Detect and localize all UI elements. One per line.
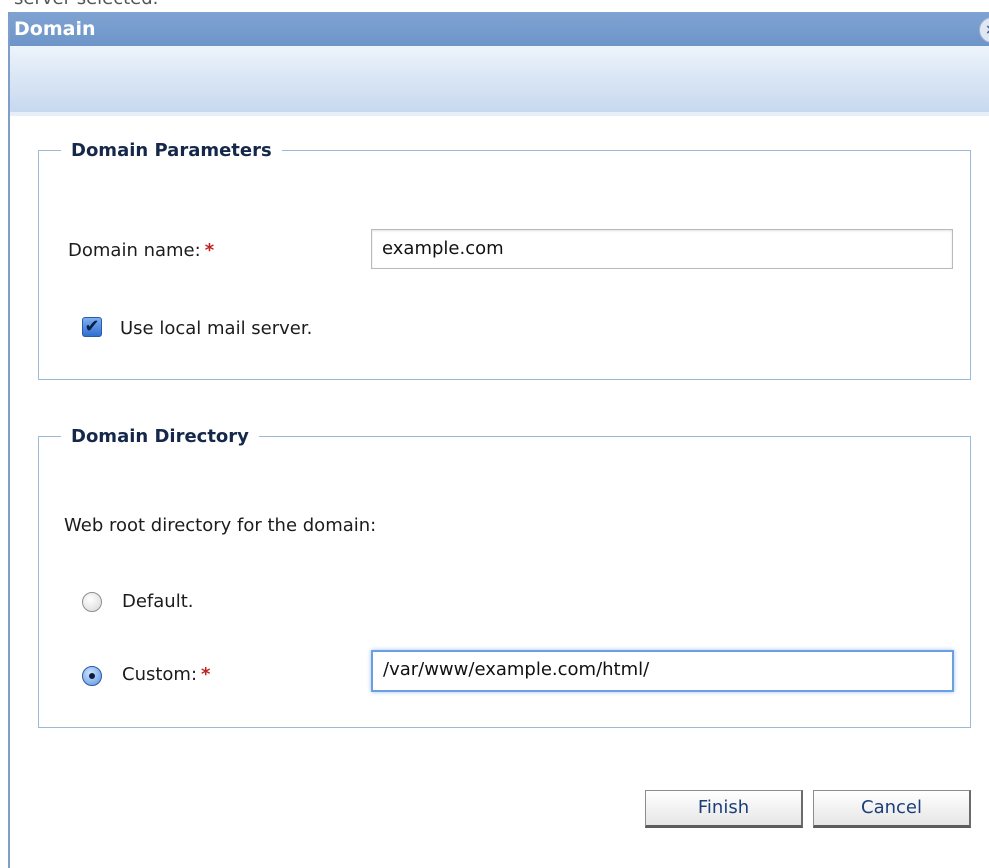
background-page-text: server selected. (14, 0, 158, 9)
dialog-title: Domain (14, 18, 96, 40)
required-marker: * (201, 664, 211, 685)
use-local-mail-checkbox[interactable]: ✔ (82, 317, 102, 337)
domain-dialog: Domain × Domain Parameters Domain name:*… (8, 12, 989, 868)
web-root-label: Web root directory for the domain: (64, 515, 377, 536)
domain-name-input[interactable]: example.com (371, 229, 953, 269)
domain-directory-legend: Domain Directory (71, 426, 249, 447)
finish-button[interactable]: Finish (645, 790, 803, 828)
domain-name-label-text: Domain name: (68, 240, 201, 261)
close-icon[interactable]: × (979, 17, 989, 43)
custom-directory-input[interactable]: /var/www/example.com/html/ (371, 650, 954, 692)
domain-parameters-legend: Domain Parameters (71, 140, 272, 161)
custom-radio-label: Custom: * (122, 664, 210, 685)
default-radio[interactable] (82, 592, 102, 612)
custom-label-text: Custom: (122, 664, 198, 685)
checkmark-icon: ✔ (84, 316, 100, 337)
custom-radio[interactable] (82, 666, 102, 686)
dialog-titlebar: Domain × (10, 12, 989, 46)
dialog-header-band (10, 46, 989, 116)
domain-name-label: Domain name: * (68, 240, 214, 261)
use-local-mail-label: Use local mail server. (120, 318, 313, 339)
cancel-button[interactable]: Cancel (813, 790, 971, 828)
required-marker: * (204, 240, 215, 261)
default-radio-label: Default. (122, 591, 194, 612)
